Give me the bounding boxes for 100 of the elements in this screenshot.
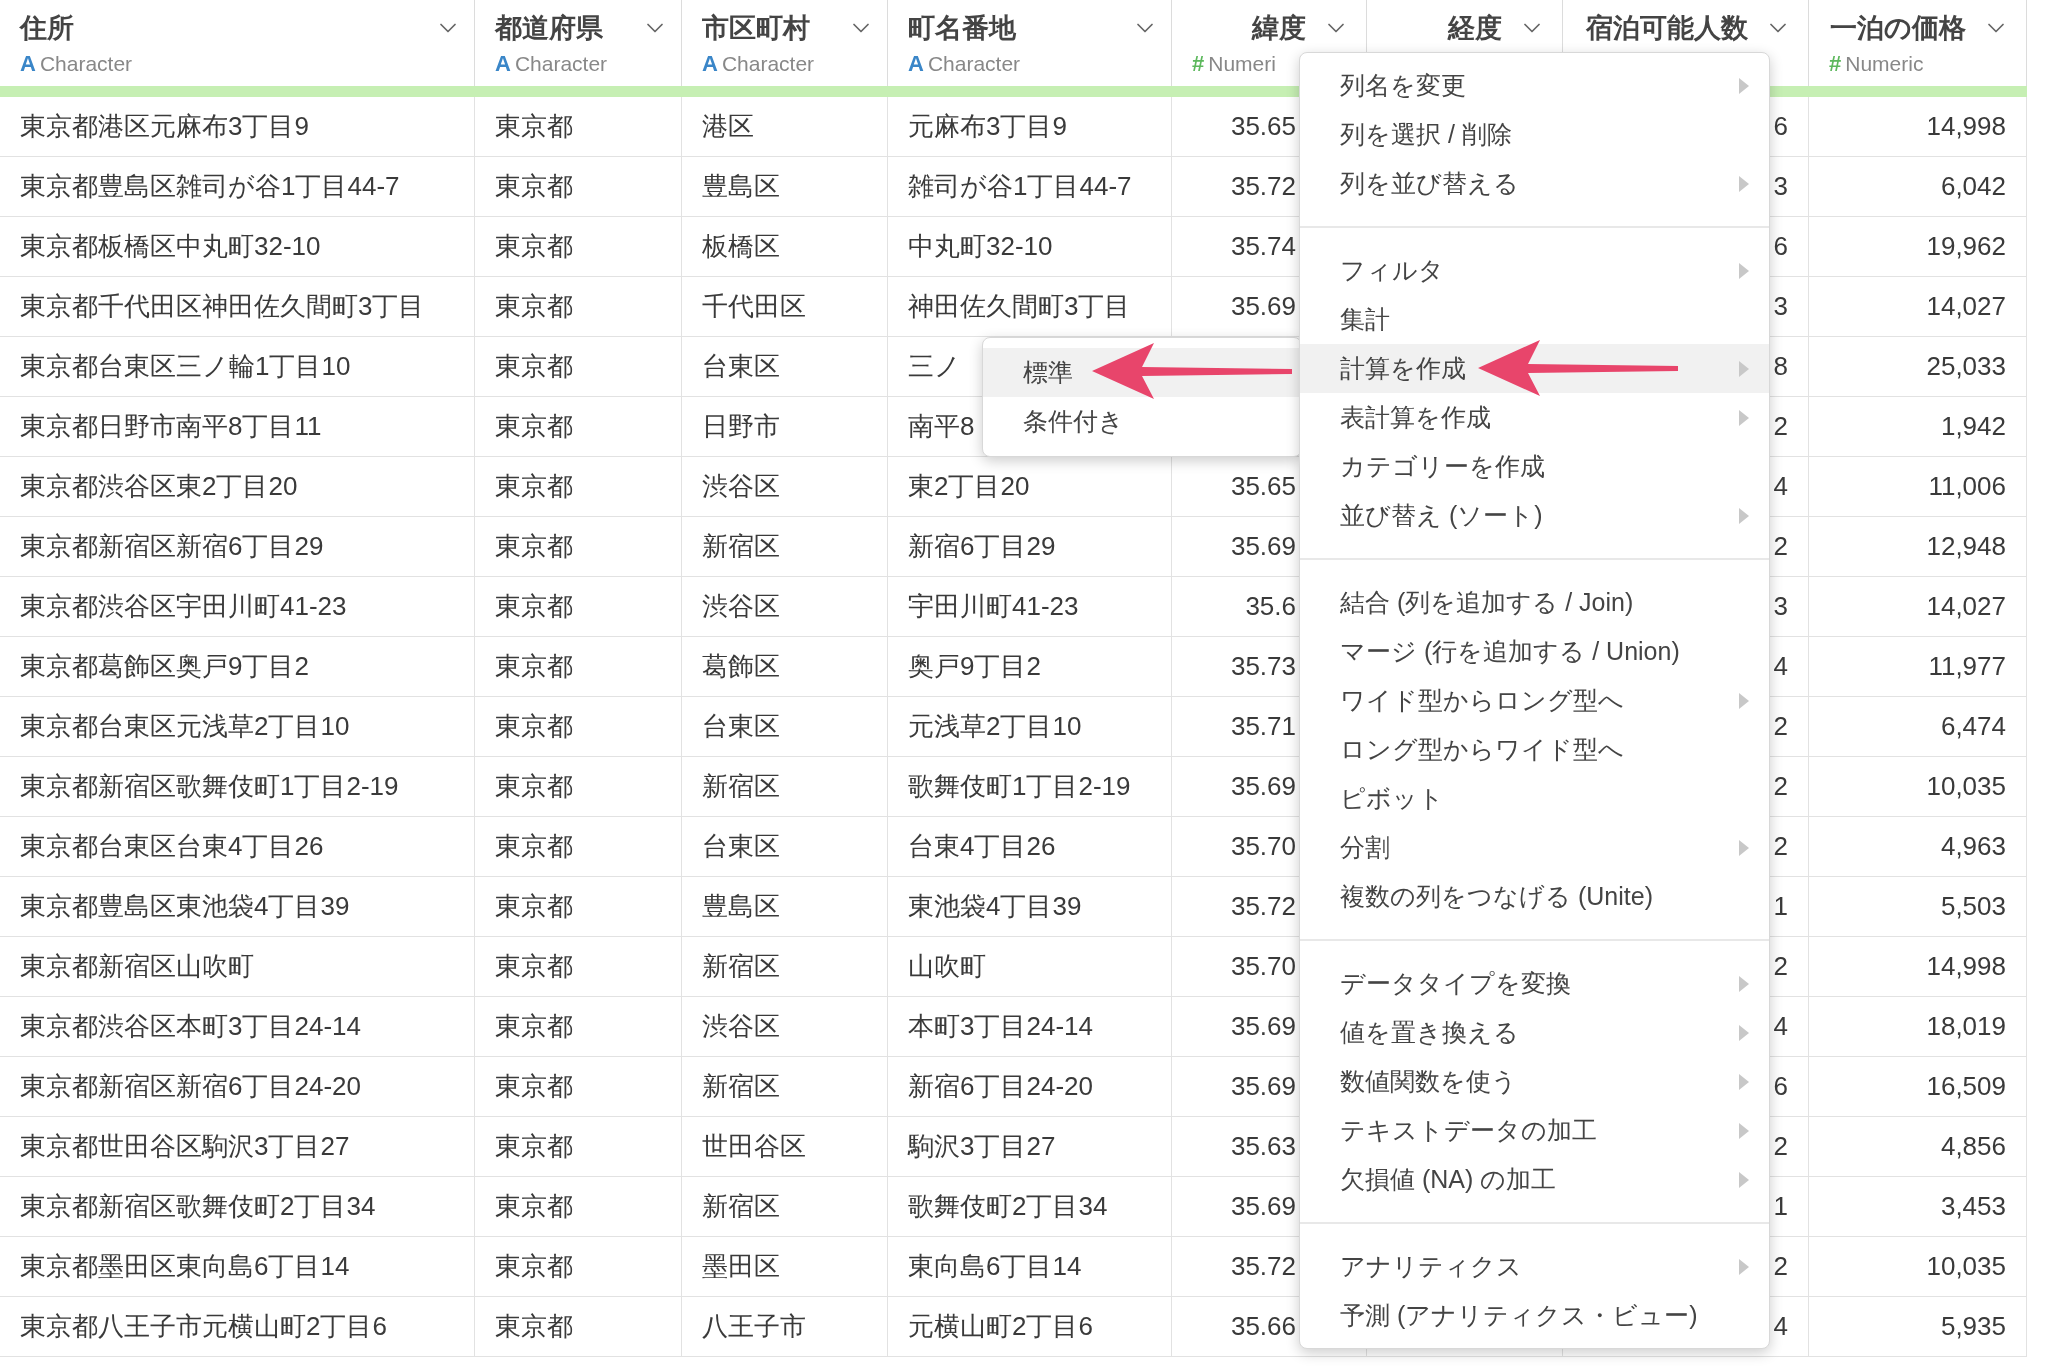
menu-item[interactable]: 数値関数を使う <box>1300 1057 1769 1106</box>
menu-item[interactable]: 集計 <box>1300 295 1769 344</box>
table-cell: 東京都 <box>475 457 682 517</box>
table-cell: 東京都台東区元浅草2丁目10 <box>0 697 475 757</box>
menu-item[interactable]: ワイド型からロング型へ <box>1300 676 1769 725</box>
data-type-label: Numeric <box>1845 50 1924 77</box>
table-cell: 元横山町2丁目6 <box>888 1297 1172 1357</box>
table-cell: 11,977 <box>1809 637 2027 697</box>
menu-item[interactable]: 値を置き換える <box>1300 1008 1769 1057</box>
data-type-icon: A <box>908 46 924 80</box>
table-cell: 東京都新宿区新宿6丁目24-20 <box>0 1057 475 1117</box>
table-cell: 中丸町32-10 <box>888 217 1172 277</box>
table-cell: 東京都八王子市元横山町2丁目6 <box>0 1297 475 1357</box>
table-cell: 駒沢3丁目27 <box>888 1117 1172 1177</box>
table-cell: 東京都 <box>475 637 682 697</box>
column-title: 町名番地 <box>908 11 1016 45</box>
table-cell: 新宿区 <box>682 1057 888 1117</box>
menu-item[interactable]: 列を選択 / 削除 <box>1300 110 1769 159</box>
table-cell: 東京都渋谷区東2丁目20 <box>0 457 475 517</box>
table-cell: 千代田区 <box>682 277 888 337</box>
submenu-triangle-icon <box>1739 409 1749 426</box>
menu-item[interactable]: アナリティクス <box>1300 1242 1769 1291</box>
table-cell: 東京都 <box>475 1177 682 1237</box>
data-type-label: Character <box>721 50 815 77</box>
table-cell: 新宿6丁目29 <box>888 517 1172 577</box>
table-cell: 台東区 <box>682 817 888 877</box>
submenu-triangle-icon <box>1739 975 1749 992</box>
table-cell: 3,453 <box>1809 1177 2027 1237</box>
table-cell: 6,042 <box>1809 157 2027 217</box>
data-type-label: Character <box>514 50 608 77</box>
table-cell: 豊島区 <box>682 877 888 937</box>
table-cell: 6,474 <box>1809 697 2027 757</box>
menu-item[interactable]: 列を並び替える <box>1300 159 1769 208</box>
data-type-icon: # <box>1829 46 1842 80</box>
column-title: 都道府県 <box>495 11 603 45</box>
menu-item[interactable]: ロング型からワイド型へ <box>1300 725 1769 774</box>
menu-item[interactable]: 計算を作成 <box>1300 344 1769 393</box>
table-cell: 渋谷区 <box>682 577 888 637</box>
table-cell: 東京都渋谷区本町3丁目24-14 <box>0 997 475 1057</box>
submenu-triangle-icon <box>1739 175 1749 192</box>
table-cell: 4,856 <box>1809 1117 2027 1177</box>
menu-item[interactable]: フィルタ <box>1300 246 1769 295</box>
table-cell: 東池袋4丁目39 <box>888 877 1172 937</box>
table-cell: 東京都板橋区中丸町32-10 <box>0 217 475 277</box>
table-cell: 東京都 <box>475 97 682 157</box>
table-cell: 14,027 <box>1809 277 2027 337</box>
table-cell: 14,027 <box>1809 577 2027 637</box>
submenu-triangle-icon <box>1739 1122 1749 1139</box>
table-cell: 1,942 <box>1809 397 2027 457</box>
table-cell: 新宿区 <box>682 937 888 997</box>
table-cell: 東京都 <box>475 577 682 637</box>
column-title: 一泊の価格 <box>1830 11 1966 45</box>
table-cell: 東京都豊島区東池袋4丁目39 <box>0 877 475 937</box>
table-cell: 歌舞伎町1丁目2-19 <box>888 757 1172 817</box>
column-title: 経度 <box>1448 11 1502 45</box>
menu-item[interactable]: テキストデータの加工 <box>1300 1106 1769 1155</box>
table-cell: 東向島6丁目14 <box>888 1237 1172 1297</box>
table-cell: 東京都 <box>475 1117 682 1177</box>
table-cell: 東京都新宿区歌舞伎町2丁目34 <box>0 1177 475 1237</box>
table-cell: 渋谷区 <box>682 997 888 1057</box>
menu-item[interactable]: 表計算を作成 <box>1300 393 1769 442</box>
table-cell: 東京都 <box>475 757 682 817</box>
menu-item[interactable]: 欠損値 (NA) の加工 <box>1300 1155 1769 1204</box>
column-title: 市区町村 <box>702 11 810 45</box>
table-cell: 台東4丁目26 <box>888 817 1172 877</box>
menu-item[interactable]: 予測 (アナリティクス・ビュー) <box>1300 1291 1769 1340</box>
table-cell: 八王子市 <box>682 1297 888 1357</box>
table-cell: 東京都 <box>475 397 682 457</box>
table-cell: 東京都 <box>475 277 682 337</box>
menu-item[interactable]: カテゴリーを作成 <box>1300 442 1769 491</box>
table-cell: 元麻布3丁目9 <box>888 97 1172 157</box>
submenu-triangle-icon <box>1739 262 1749 279</box>
table-cell: 東京都葛飾区奥戸9丁目2 <box>0 637 475 697</box>
column-title: 宿泊可能人数 <box>1586 11 1748 45</box>
table-cell: 東京都千代田区神田佐久間町3丁目 <box>0 277 475 337</box>
menu-item[interactable]: 並び替え (ソート) <box>1300 491 1769 540</box>
table-cell: 東京都 <box>475 217 682 277</box>
menu-item[interactable]: データタイプを変換 <box>1300 959 1769 1008</box>
table-cell: 歌舞伎町2丁目34 <box>888 1177 1172 1237</box>
column-title: 緯度 <box>1252 11 1306 45</box>
table-cell: 4,963 <box>1809 817 2027 877</box>
menu-item[interactable]: 複数の列をつなげる (Unite) <box>1300 872 1769 921</box>
menu-item[interactable]: ピボット <box>1300 774 1769 823</box>
table-cell: 11,006 <box>1809 457 2027 517</box>
table-cell: 25,033 <box>1809 337 2027 397</box>
menu-item[interactable]: 結合 (列を追加する / Join) <box>1300 578 1769 627</box>
submenu-triangle-icon <box>1739 1171 1749 1188</box>
table-cell: 19,962 <box>1809 217 2027 277</box>
data-type-icon: A <box>702 46 718 80</box>
table-cell: 豊島区 <box>682 157 888 217</box>
table-cell: 雑司が谷1丁目44-7 <box>888 157 1172 217</box>
table-cell: 5,503 <box>1809 877 2027 937</box>
table-cell: 5,935 <box>1809 1297 2027 1357</box>
data-type-icon: A <box>495 46 511 80</box>
menu-item[interactable]: 列名を変更 <box>1300 61 1769 110</box>
menu-item[interactable]: 分割 <box>1300 823 1769 872</box>
table-cell: 葛飾区 <box>682 637 888 697</box>
menu-item[interactable]: マージ (行を追加する / Union) <box>1300 627 1769 676</box>
data-type-icon: # <box>1192 46 1205 80</box>
table-cell: 東京都 <box>475 1057 682 1117</box>
